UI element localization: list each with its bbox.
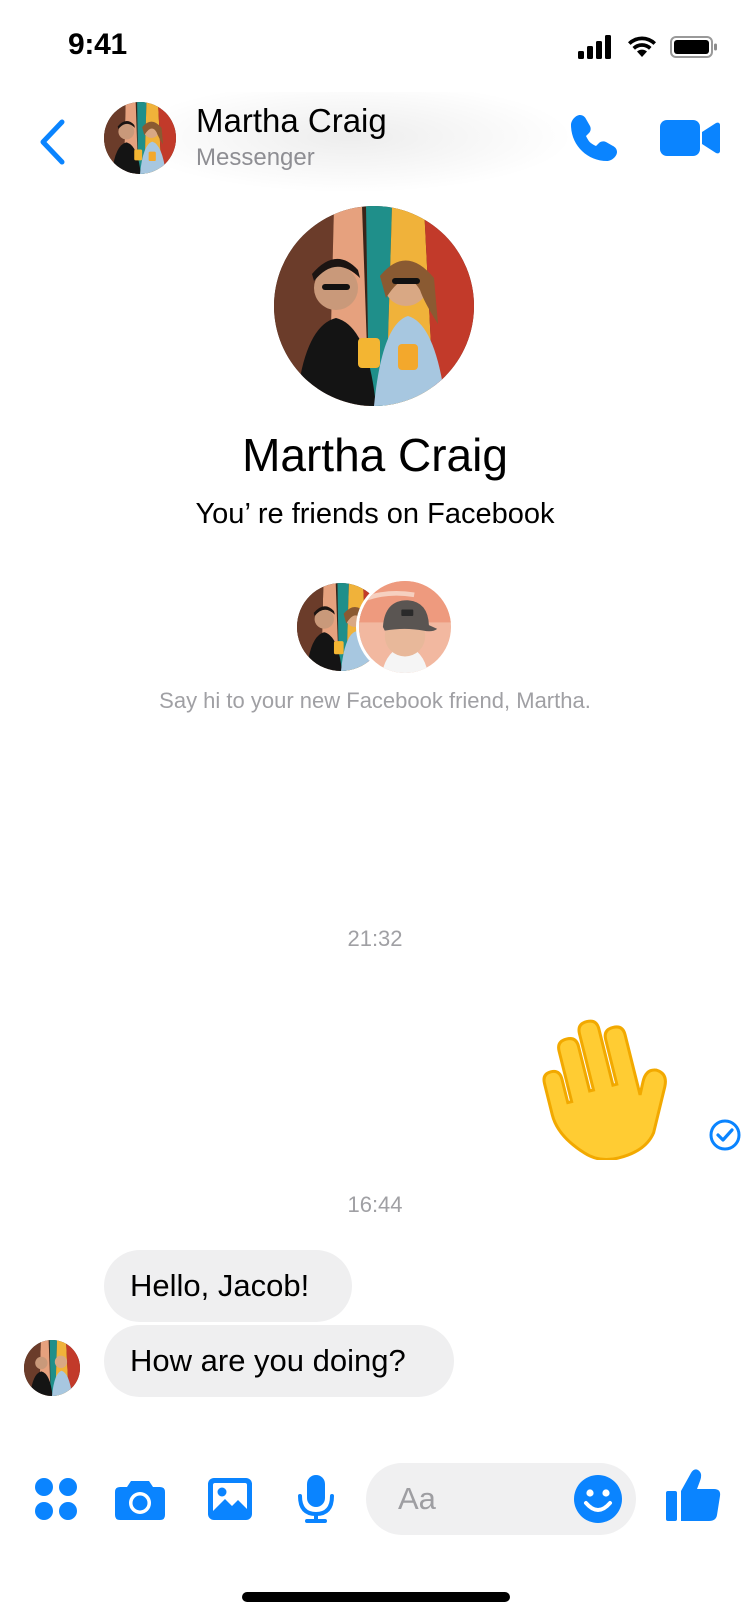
wifi-icon: [628, 36, 656, 57]
back-button[interactable]: [34, 112, 70, 172]
sender-avatar-image: [24, 1340, 80, 1396]
friends-avatars: [294, 578, 456, 676]
message-composer: [0, 1455, 750, 1535]
profile-name: Martha Craig: [242, 429, 508, 481]
timestamp: 16:44: [347, 1192, 403, 1217]
home-indicator[interactable]: [242, 1592, 510, 1602]
smiley-icon: [574, 1475, 622, 1523]
video-call-button[interactable]: [660, 114, 720, 162]
microphone-icon: [298, 1475, 334, 1523]
message-text: Hello, Jacob!: [130, 1268, 310, 1303]
photo-icon: [208, 1478, 252, 1520]
contact-name: Martha Craig: [196, 102, 387, 139]
message-text: How are you doing?: [130, 1343, 406, 1378]
emoji-button[interactable]: [572, 1473, 624, 1525]
status-icons: [578, 34, 718, 60]
contact-avatar[interactable]: [104, 102, 176, 174]
profile-photo-image: [274, 206, 474, 406]
microphone-button[interactable]: [290, 1473, 342, 1525]
contact-subtitle: Messenger: [196, 144, 315, 171]
friend-avatar-jacob-image: [359, 581, 451, 673]
like-button[interactable]: [664, 1467, 724, 1527]
chevron-left-icon: [40, 119, 65, 165]
camera-button[interactable]: [114, 1473, 166, 1525]
camera-icon: [115, 1481, 165, 1520]
sender-avatar[interactable]: [24, 1340, 80, 1396]
phone-icon: [571, 115, 617, 161]
avatar-photo: [104, 102, 176, 174]
apps-button[interactable]: [30, 1473, 82, 1525]
message-input-container[interactable]: [366, 1463, 636, 1535]
friendship-status: You’ re friends on Facebook: [195, 498, 555, 530]
friend-avatar-jacob: [356, 578, 454, 676]
cellular-signal-icon: [578, 35, 611, 59]
thumbs-up-icon: [666, 1469, 721, 1521]
received-message[interactable]: How are you doing?: [104, 1325, 454, 1397]
photo-button[interactable]: [204, 1473, 256, 1525]
timestamp: 21:32: [347, 926, 403, 951]
waving-hand-icon[interactable]: [530, 1010, 690, 1161]
battery-icon: [670, 36, 717, 58]
status-bar: 9:41: [0, 0, 750, 90]
message-input[interactable]: [398, 1463, 568, 1535]
chat-header: Martha Craig Messenger: [0, 92, 750, 192]
read-check-icon: [708, 1118, 742, 1152]
received-message[interactable]: Hello, Jacob!: [104, 1250, 352, 1322]
say-hi-prompt: Say hi to your new Facebook friend, Mart…: [159, 688, 591, 713]
video-camera-icon: [660, 120, 720, 156]
apps-icon: [35, 1478, 77, 1520]
profile-photo[interactable]: [274, 206, 474, 406]
call-button[interactable]: [566, 110, 622, 166]
status-time: 9:41: [68, 28, 127, 61]
